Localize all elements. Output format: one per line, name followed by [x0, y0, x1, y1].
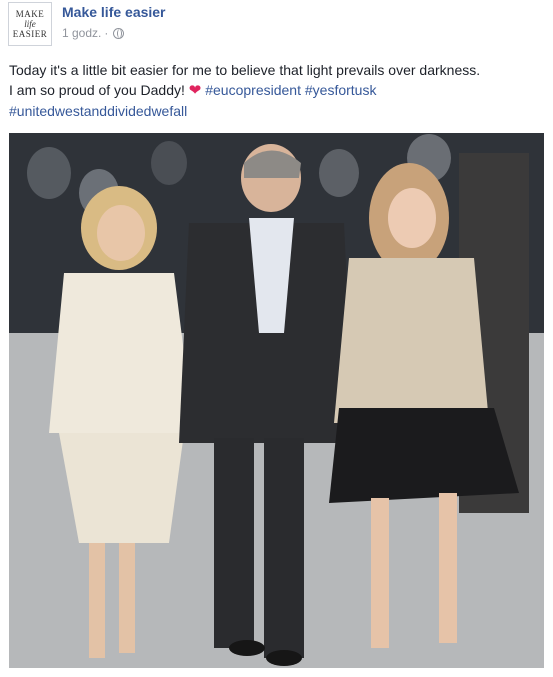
post-meta: 1 godz. ·: [62, 26, 125, 40]
post-text: Today it's a little bit easier for me to…: [9, 60, 549, 121]
photo-woman-right-coat: [334, 258, 489, 423]
photo-woman-right-leg: [439, 493, 457, 643]
avatar-text-make: MAKE: [15, 8, 45, 19]
meta-separator: ·: [104, 26, 109, 40]
photo-woman-left-jacket: [49, 273, 194, 433]
page-name-link[interactable]: Make life easier: [62, 4, 166, 20]
photo-bg-person: [151, 141, 187, 185]
photo-man-leg: [264, 438, 304, 658]
photo-woman-left-skirt: [59, 433, 184, 543]
photo-woman-right-skirt: [329, 408, 519, 503]
hashtag-yesfortusk[interactable]: #yesfortusk: [305, 82, 377, 98]
avatar-text-life: life: [24, 18, 36, 29]
photo-woman-right-face: [388, 188, 436, 248]
photo-man-shoe: [266, 650, 302, 666]
avatar-text-easier: EASIER: [12, 28, 48, 39]
hashtag-eucopresident[interactable]: #eucopresident: [205, 82, 301, 98]
post-text-line-3: #unitedwestanddividedwefall: [9, 101, 549, 121]
post-text-line-2: I am so proud of you Daddy! ❤ #eucopresi…: [9, 80, 549, 101]
hashtag-unitedwestanddividedwefall[interactable]: #unitedwestanddividedwefall: [9, 103, 187, 119]
photo-woman-left-face: [97, 205, 145, 261]
heart-icon: ❤: [188, 82, 202, 99]
post-photo[interactable]: [9, 133, 544, 668]
photo-bg-person: [319, 149, 359, 197]
photo-bg-person: [27, 147, 71, 199]
globe-icon[interactable]: [113, 27, 125, 39]
photo-woman-left-leg: [119, 543, 135, 653]
facebook-post: MAKE life EASIER Make life easier 1 godz…: [0, 0, 553, 677]
photo-illustration: [9, 133, 544, 668]
photo-woman-right-leg: [371, 498, 389, 648]
photo-man-shoe: [229, 640, 265, 656]
photo-woman-left-leg: [89, 543, 105, 658]
photo-man-leg: [214, 438, 254, 648]
page-avatar[interactable]: MAKE life EASIER: [8, 2, 52, 46]
post-text-line-1: Today it's a little bit easier for me to…: [9, 62, 481, 78]
post-timestamp[interactable]: 1 godz.: [62, 26, 101, 40]
post-text-line-2-text: I am so proud of you Daddy!: [9, 82, 185, 98]
